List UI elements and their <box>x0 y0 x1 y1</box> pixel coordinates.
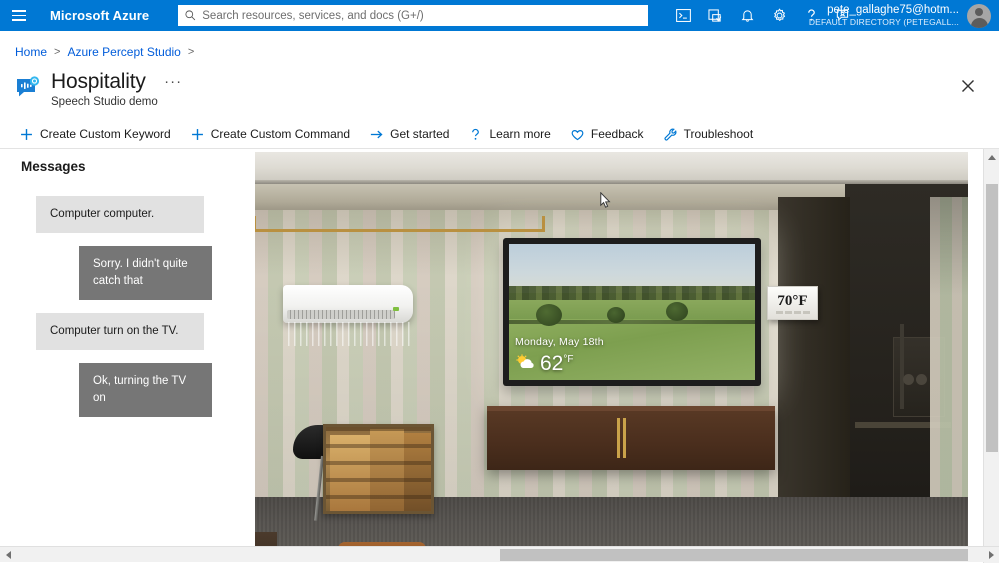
credenza-legs <box>255 216 545 232</box>
settings-gear-icon[interactable] <box>763 0 795 31</box>
ac-vent <box>287 310 395 319</box>
alcove-side-wall <box>778 197 850 527</box>
page-header: Hospitality ··· Speech Studio demo <box>0 69 999 108</box>
feedback-button[interactable]: Feedback <box>570 120 654 148</box>
sun-cloud-icon <box>515 354 537 370</box>
scroll-left-button[interactable] <box>0 547 16 563</box>
ac-airflow <box>288 322 413 346</box>
tv-temperature: 62°F <box>540 349 573 374</box>
user-avatar-icon[interactable] <box>967 4 991 28</box>
message-bubble-user: Computer computer. <box>36 196 204 233</box>
breadcrumb-separator: > <box>54 46 60 58</box>
search-placeholder: Search resources, services, and docs (G+… <box>202 10 423 22</box>
room-scene: Monday, May 18th <box>255 152 968 560</box>
command-label: Troubleshoot <box>684 127 754 141</box>
breadcrumb: Home > Azure Percept Studio > <box>0 41 999 63</box>
close-icon[interactable] <box>959 77 977 95</box>
horizontal-scrollbar[interactable] <box>0 546 999 562</box>
plus-icon <box>19 127 34 142</box>
question-icon <box>468 127 483 142</box>
content-area: Messages Computer computer. Sorry. I did… <box>0 149 999 563</box>
learn-more-button[interactable]: Learn more <box>468 120 560 148</box>
alcove-pillar-shading <box>930 197 968 527</box>
triangle-left-icon <box>6 551 11 559</box>
horizontal-scroll-thumb[interactable] <box>500 549 968 561</box>
messages-panel: Messages Computer computer. Sorry. I did… <box>0 149 252 563</box>
command-bar: Create Custom Keyword Create Custom Comm… <box>0 120 999 149</box>
command-label: Create Custom Keyword <box>40 127 171 141</box>
account-info[interactable]: pete_gallaghe75@hotm... DEFAULT DIRECTOR… <box>809 0 959 31</box>
message-bubble-user: Computer turn on the TV. <box>36 313 204 350</box>
framed-artwork <box>323 424 434 514</box>
alcove-knob <box>916 374 927 385</box>
tv-date-label: Monday, May 18th <box>515 336 604 348</box>
arrow-right-icon <box>369 127 384 142</box>
triangle-up-icon <box>988 155 996 160</box>
page-subtitle: Speech Studio demo <box>51 96 182 108</box>
breadcrumb-item-azure-percept-studio[interactable]: Azure Percept Studio <box>67 45 180 59</box>
tv-weather-overlay: Monday, May 18th <box>515 336 604 374</box>
command-label: Learn more <box>489 127 550 141</box>
azure-top-bar: Microsoft Azure Search resources, servic… <box>0 0 999 31</box>
wall-thermostat: 70°F <box>767 286 818 320</box>
tv-screen: Monday, May 18th <box>509 244 755 380</box>
message-bubble-bot: Ok, turning the TV on <box>79 363 212 417</box>
triangle-right-icon <box>989 551 994 559</box>
breadcrumb-item-home[interactable]: Home <box>15 45 47 59</box>
plus-icon <box>190 127 205 142</box>
breadcrumb-separator-2: > <box>188 46 194 58</box>
credenza-cabinet <box>487 406 775 470</box>
title-block: Hospitality ··· Speech Studio demo <box>51 69 182 108</box>
search-icon <box>184 9 197 22</box>
account-directory: DEFAULT DIRECTORY (PETEGALL... <box>809 17 959 28</box>
troubleshoot-button[interactable]: Troubleshoot <box>663 120 764 148</box>
air-conditioner-unit <box>283 285 413 323</box>
cloud-shell-icon[interactable] <box>667 0 699 31</box>
hamburger-icon[interactable] <box>0 0 38 31</box>
thermostat-buttons <box>776 311 810 314</box>
speech-bubble-icon <box>15 75 42 102</box>
command-label: Create Custom Command <box>211 127 350 141</box>
alcove-knob <box>903 374 914 385</box>
command-label: Feedback <box>591 127 644 141</box>
message-bubble-bot: Sorry. I didn't quite catch that <box>79 246 212 300</box>
create-custom-command-button[interactable]: Create Custom Command <box>190 120 360 148</box>
directories-subscriptions-icon[interactable] <box>699 0 731 31</box>
alcove-bar <box>900 324 904 409</box>
wrench-icon <box>663 127 678 142</box>
messages-title: Messages <box>21 159 252 174</box>
notifications-bell-icon[interactable] <box>731 0 763 31</box>
vertical-scrollbar[interactable] <box>983 149 999 563</box>
thermostat-value: 70°F <box>777 293 807 309</box>
get-started-button[interactable]: Get started <box>369 120 459 148</box>
scroll-up-button[interactable] <box>984 149 999 166</box>
create-custom-keyword-button[interactable]: Create Custom Keyword <box>19 120 181 148</box>
command-label: Get started <box>390 127 449 141</box>
ac-status-led <box>393 307 399 311</box>
heart-icon <box>570 127 585 142</box>
hotel-room-demo-image[interactable]: Monday, May 18th <box>255 152 968 560</box>
more-options-button[interactable]: ··· <box>164 69 182 95</box>
mouse-cursor <box>600 192 611 209</box>
vertical-scroll-thumb[interactable] <box>986 184 998 452</box>
wall-mounted-tv: Monday, May 18th <box>503 238 761 386</box>
page-title: Hospitality <box>51 69 146 95</box>
scroll-right-button[interactable] <box>983 547 999 563</box>
search-input[interactable]: Search resources, services, and docs (G+… <box>178 5 648 26</box>
azure-brand-label[interactable]: Microsoft Azure <box>50 8 149 23</box>
account-email: pete_gallaghe75@hotm... <box>827 4 959 17</box>
ceiling <box>255 152 968 180</box>
